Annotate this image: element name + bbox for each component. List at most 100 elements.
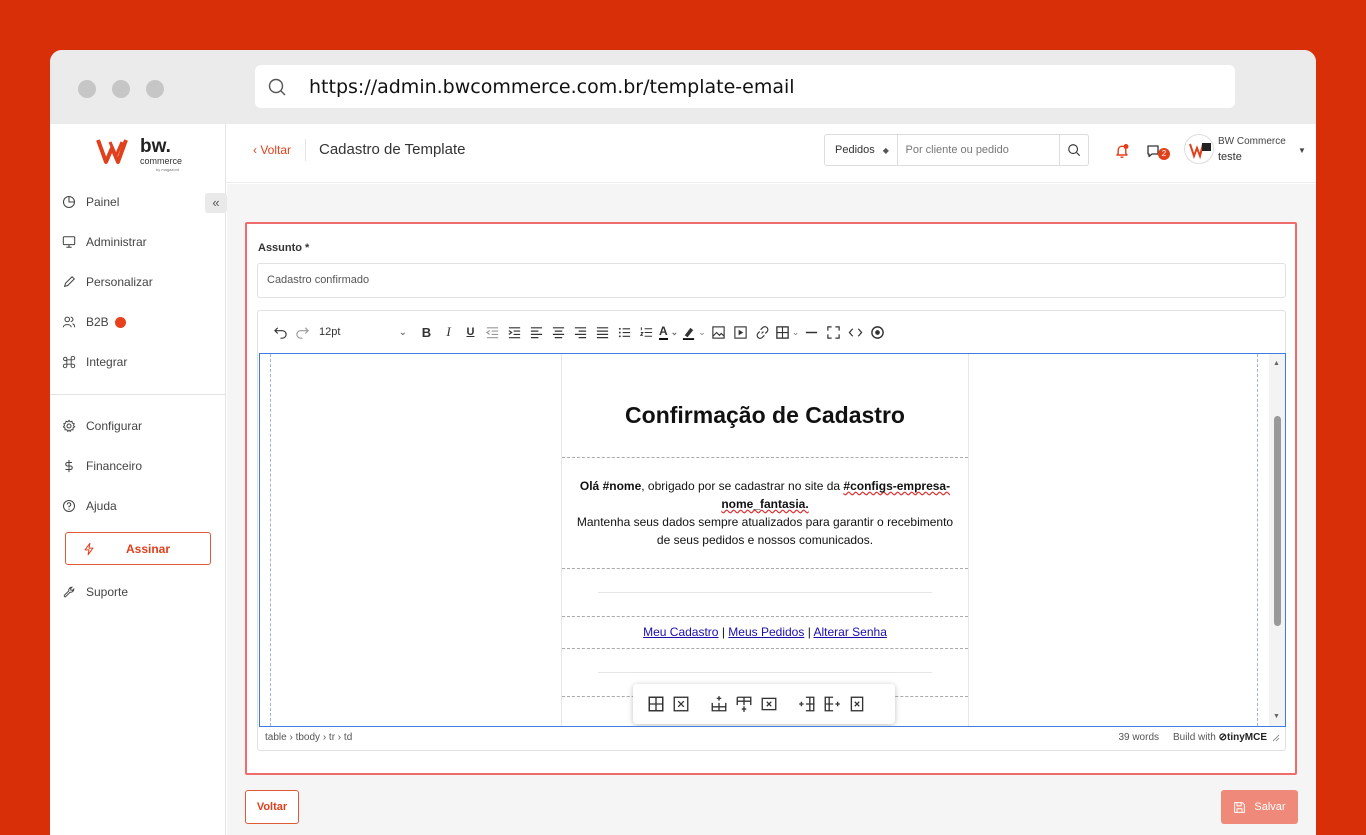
insert-image-button[interactable] — [709, 322, 728, 342]
link-separator: | — [807, 625, 811, 639]
search-type-value: Pedidos — [835, 144, 875, 156]
insert-link-button[interactable] — [753, 322, 772, 342]
scrollbar-thumb[interactable] — [1274, 416, 1281, 626]
sidebar-collapse-button[interactable]: « — [205, 193, 227, 213]
new-badge — [114, 316, 126, 328]
template-form-card: Assunto * Cadastro confirmado 12pt ⌄ B I … — [245, 222, 1297, 775]
chevron-down-icon: ⌄ — [698, 326, 706, 337]
subject-label: Assunto * — [258, 242, 310, 254]
sidebar-item-personalizar[interactable]: Personalizar — [62, 272, 153, 292]
users-icon — [62, 316, 76, 328]
logo-text: bw. — [140, 136, 171, 157]
preview-button[interactable] — [868, 322, 887, 342]
bullet-list-icon — [618, 327, 631, 337]
bell-icon[interactable] — [1114, 143, 1130, 159]
insert-table-button[interactable]: ⌄ — [775, 322, 799, 342]
sidebar-item-b2b[interactable]: B2B — [62, 312, 126, 332]
assinar-button[interactable]: Assinar — [65, 532, 211, 565]
sidebar-item-configurar[interactable]: Configurar — [62, 416, 142, 436]
delete-table-icon[interactable] — [672, 695, 690, 713]
bullet-list-button[interactable] — [615, 322, 634, 342]
word-count[interactable]: 39 words — [1118, 732, 1159, 743]
rich-text-editor: 12pt ⌄ B I U A ⌄ ⌄ ⌄ Confirmação de Cada… — [257, 310, 1286, 751]
wrench-icon — [63, 586, 75, 598]
highlight-color-button[interactable]: ⌄ — [681, 322, 706, 342]
editor-content[interactable]: Confirmação de Cadastro Olá #nome, obrig… — [259, 353, 1286, 727]
delete-column-icon[interactable] — [848, 695, 866, 713]
email-body-text: Olá #nome, obrigado por se cadastrar no … — [572, 477, 958, 549]
outdent-button[interactable] — [483, 322, 502, 342]
numbered-list-icon — [639, 326, 653, 337]
text-color-button[interactable]: A ⌄ — [659, 322, 678, 342]
insert-column-before-icon[interactable] — [798, 695, 816, 713]
bold-button[interactable]: B — [417, 322, 436, 342]
delete-row-icon[interactable] — [760, 695, 778, 713]
back-button[interactable]: Voltar — [245, 790, 299, 824]
window-dot-maximize[interactable] — [146, 80, 164, 98]
assinar-label: Assinar — [126, 541, 171, 556]
undo-button[interactable] — [271, 322, 290, 342]
save-label: Salvar — [1254, 801, 1286, 813]
search-input[interactable]: Por cliente ou pedido — [898, 144, 1060, 156]
indent-button[interactable] — [505, 322, 524, 342]
sidebar-item-painel[interactable]: Painel — [62, 192, 119, 212]
align-justify-button[interactable] — [593, 322, 612, 342]
numbered-list-button[interactable] — [637, 322, 656, 342]
sidebar-item-ajuda[interactable]: Ajuda — [62, 496, 117, 516]
save-button[interactable]: Salvar — [1221, 790, 1298, 824]
font-size-select[interactable]: 12pt ⌄ — [315, 322, 411, 342]
align-center-button[interactable] — [549, 322, 568, 342]
dollar-icon — [65, 459, 73, 473]
subject-input[interactable]: Cadastro confirmado — [257, 263, 1286, 298]
sidebar-item-label: B2B — [86, 315, 109, 329]
underline-button[interactable]: U — [461, 322, 480, 342]
fullscreen-icon — [827, 325, 841, 339]
align-left-icon — [530, 326, 543, 338]
logo-by: by magazord — [156, 167, 180, 172]
user-store: teste — [1218, 151, 1242, 163]
sidebar-item-label: Personalizar — [86, 275, 153, 289]
help-icon — [62, 499, 76, 513]
media-icon — [734, 325, 747, 339]
search-button[interactable] — [1059, 135, 1088, 165]
redo-button[interactable] — [293, 322, 312, 342]
align-left-button[interactable] — [527, 322, 546, 342]
indent-icon — [508, 326, 521, 338]
brand-logo[interactable]: bw. commerce by magazord — [96, 134, 186, 174]
chevron-down-icon[interactable]: ▼ — [1298, 146, 1306, 155]
powered-by[interactable]: Build with ⊘tinyMCE — [1173, 732, 1267, 743]
outdent-icon — [485, 326, 499, 338]
scroll-up-icon[interactable]: ▲ — [1273, 360, 1280, 367]
main-content: Assunto * Cadastro confirmado 12pt ⌄ B I … — [227, 184, 1316, 835]
tinymce-brand: tinyMCE — [1227, 732, 1267, 743]
search-type-select[interactable]: Pedidos ◆ — [825, 135, 898, 165]
insert-row-before-icon[interactable] — [710, 695, 728, 713]
scroll-down-icon[interactable]: ▼ — [1273, 713, 1280, 720]
sidebar-item-integrar[interactable]: Integrar — [62, 352, 127, 372]
window-dot-minimize[interactable] — [112, 80, 130, 98]
resize-grip-icon[interactable] — [1272, 734, 1280, 742]
editor-scrollbar[interactable]: ▲ ▼ — [1269, 354, 1285, 726]
sidebar-item-financeiro[interactable]: Financeiro — [62, 456, 142, 476]
redo-icon — [296, 326, 309, 339]
table-properties-icon[interactable] — [647, 695, 665, 713]
body-text-2: Mantenha seus dados sempre atualizados p… — [576, 515, 954, 547]
fullscreen-button[interactable] — [824, 322, 843, 342]
horizontal-rule-button[interactable] — [802, 322, 821, 342]
avatar[interactable] — [1184, 134, 1214, 164]
insert-row-after-icon[interactable] — [735, 695, 753, 713]
italic-button[interactable]: I — [439, 322, 458, 342]
alterar-senha-link[interactable]: Alterar Senha — [813, 625, 886, 639]
element-path[interactable]: table › tbody › tr › td — [265, 732, 352, 743]
address-bar[interactable]: https://admin.bwcommerce.com.br/template… — [255, 65, 1235, 108]
meu-cadastro-link[interactable]: Meu Cadastro — [643, 625, 718, 639]
sidebar-item-administrar[interactable]: Administrar — [62, 232, 147, 252]
source-code-button[interactable] — [846, 322, 865, 342]
sidebar-item-suporte[interactable]: Suporte — [62, 582, 128, 602]
topbar-back-link[interactable]: ‹ Voltar — [253, 143, 291, 157]
meus-pedidos-link[interactable]: Meus Pedidos — [728, 625, 804, 639]
window-dot-close[interactable] — [78, 80, 96, 98]
insert-media-button[interactable] — [731, 322, 750, 342]
align-right-button[interactable] — [571, 322, 590, 342]
insert-column-after-icon[interactable] — [823, 695, 841, 713]
